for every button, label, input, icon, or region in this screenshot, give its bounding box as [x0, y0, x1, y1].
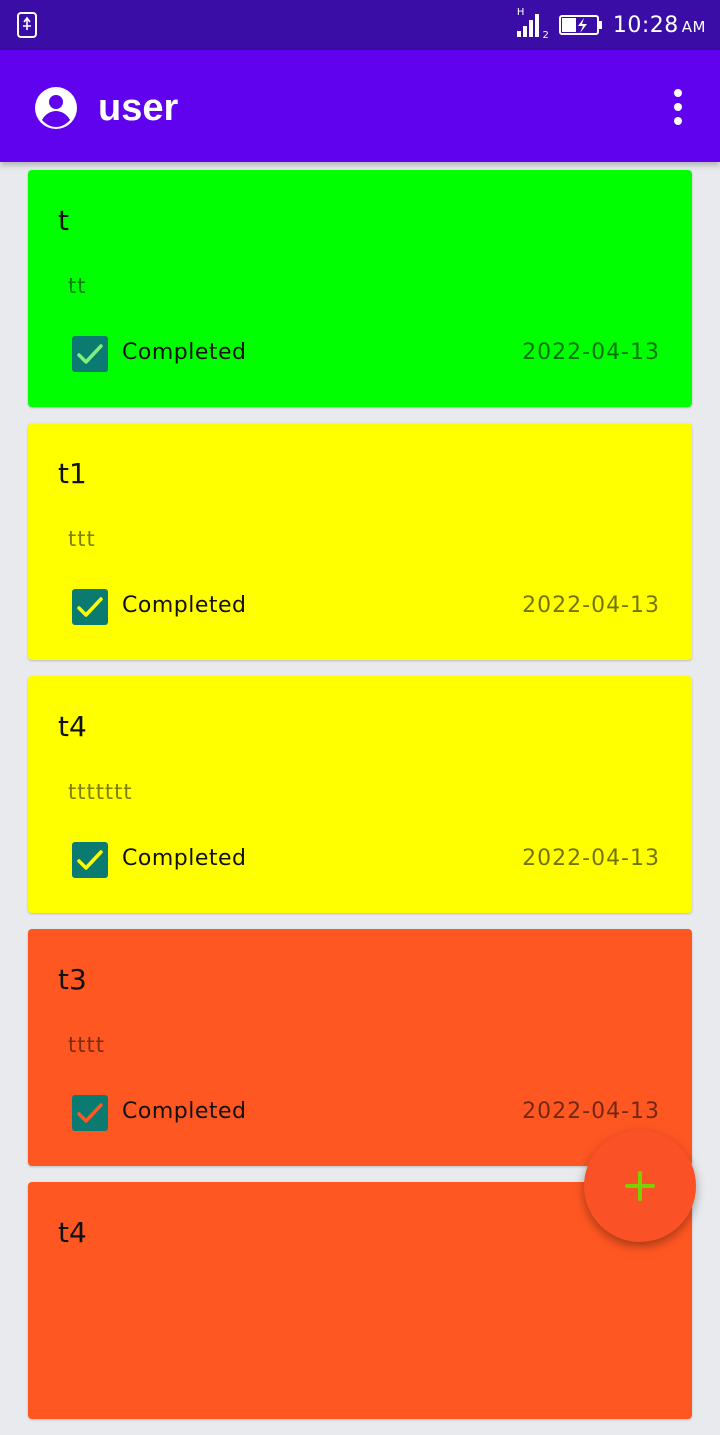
check-icon	[77, 597, 103, 617]
completed-checkbox[interactable]	[72, 842, 108, 878]
task-description: tttt	[68, 1033, 105, 1057]
check-icon	[77, 1103, 103, 1123]
completed-label: Completed	[122, 846, 247, 871]
task-card[interactable]: t tt Completed 2022-04-13	[28, 170, 692, 407]
task-card[interactable]: t4 ttttttt Completed 2022-04-13	[28, 676, 692, 913]
task-title: t3	[58, 963, 87, 996]
account-circle-icon[interactable]	[34, 86, 78, 130]
completed-label: Completed	[122, 593, 247, 618]
completed-checkbox[interactable]	[72, 336, 108, 372]
task-list: t tt Completed 2022-04-13 t1 ttt Complet…	[28, 170, 692, 1435]
completed-label: Completed	[122, 340, 247, 365]
more-vert-icon[interactable]	[666, 86, 690, 130]
task-title: t	[58, 204, 69, 237]
task-date: 2022-04-13	[522, 593, 660, 618]
add-task-button[interactable]	[584, 1130, 696, 1242]
task-card[interactable]: t4	[28, 1182, 692, 1419]
plus-icon	[625, 1171, 655, 1201]
completed-checkbox[interactable]	[72, 589, 108, 625]
task-card[interactable]: t3 tttt Completed 2022-04-13	[28, 929, 692, 1166]
app-title: user	[98, 87, 179, 129]
task-date: 2022-04-13	[522, 846, 660, 871]
task-description: ttttttt	[68, 780, 133, 804]
signal-icon: H 2	[515, 7, 549, 41]
clock-time: 10:28	[612, 12, 679, 38]
check-icon	[77, 850, 103, 870]
sim-number: 2	[542, 30, 549, 41]
task-title: t1	[58, 457, 87, 490]
usb-icon	[17, 12, 37, 38]
task-date: 2022-04-13	[522, 1099, 660, 1124]
check-icon	[77, 344, 103, 364]
task-description: ttt	[68, 527, 96, 551]
completed-checkbox[interactable]	[72, 1095, 108, 1131]
status-bar: H 2 10:28 AM	[0, 0, 720, 50]
task-card[interactable]: t1 ttt Completed 2022-04-13	[28, 423, 692, 660]
clock: 10:28 AM	[613, 13, 706, 38]
clock-am-pm: AM	[681, 17, 706, 36]
app-bar: user	[0, 50, 720, 162]
battery-charging-icon	[558, 15, 602, 35]
task-title: t4	[58, 710, 87, 743]
task-title: t4	[58, 1216, 87, 1249]
completed-label: Completed	[122, 1099, 247, 1124]
task-date: 2022-04-13	[522, 340, 660, 365]
task-description: tt	[68, 274, 87, 298]
